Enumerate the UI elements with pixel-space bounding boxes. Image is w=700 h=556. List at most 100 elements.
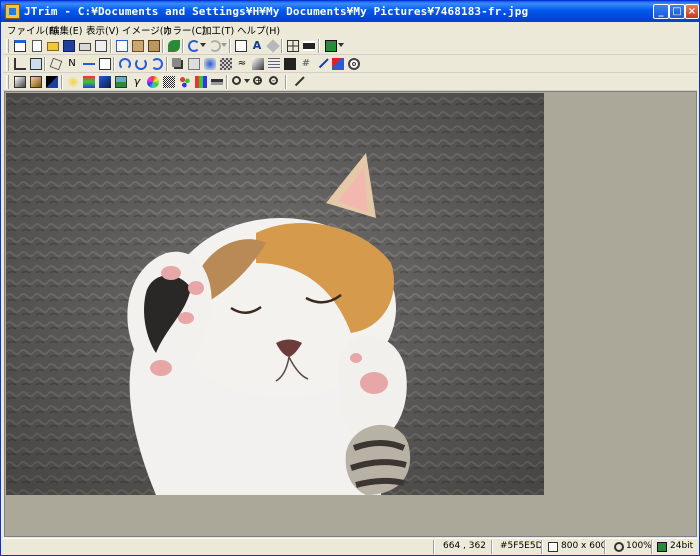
separator [113, 57, 115, 71]
separator [166, 57, 168, 71]
grayscale-icon[interactable] [12, 74, 28, 90]
image-size-icon [548, 542, 558, 552]
palette-icon[interactable] [193, 74, 209, 90]
blur-icon[interactable] [202, 56, 218, 72]
status-separator [541, 540, 543, 554]
sepia-icon[interactable] [28, 74, 44, 90]
app-window: JTrim - C:¥Documents and Settings¥H¥My D… [0, 0, 700, 556]
menu-edit[interactable]: 編集(E) [50, 23, 82, 37]
rotate-right-icon[interactable] [133, 56, 149, 72]
fit-window-icon[interactable] [233, 38, 249, 54]
toolbar-grip[interactable] [6, 39, 9, 53]
title-bar[interactable]: JTrim - C:¥Documents and Settings¥H¥My D… [1, 1, 699, 22]
print-icon[interactable] [77, 38, 93, 54]
layout-dropdown-arrow[interactable] [338, 43, 344, 47]
menu-process[interactable]: 加工(T) [202, 23, 234, 37]
filmstrip-icon[interactable] [301, 38, 317, 54]
pen-icon[interactable] [314, 54, 330, 72]
kitten-photo[interactable] [6, 93, 544, 495]
layout-icon[interactable] [323, 38, 339, 54]
flip-icon[interactable]: N [64, 56, 80, 72]
levels-icon[interactable] [209, 74, 225, 90]
menu-color[interactable]: カラー(C) [163, 23, 206, 37]
open-folder-icon[interactable] [45, 38, 61, 54]
capture-icon[interactable] [166, 38, 182, 54]
rotate-left-icon[interactable] [117, 56, 133, 72]
toolbar-standard: A [3, 37, 697, 55]
shape-icon[interactable] [265, 38, 281, 54]
image-canvas[interactable] [4, 91, 697, 537]
contrast-icon[interactable] [97, 74, 113, 90]
gamma-icon[interactable]: γ [129, 74, 145, 90]
kitten-illustration [6, 93, 544, 495]
toolbar-grip[interactable] [6, 57, 9, 71]
border-icon[interactable] [186, 56, 202, 72]
grid-icon[interactable] [285, 38, 301, 54]
wave-icon[interactable]: ≈ [234, 56, 250, 72]
color-balance-icon[interactable] [81, 74, 97, 90]
maximize-button[interactable]: □ [669, 4, 685, 19]
new-file-icon[interactable] [29, 38, 45, 54]
mosaic-icon[interactable] [218, 56, 234, 72]
negative-icon[interactable] [44, 74, 60, 90]
zoom-dropdown-arrow[interactable] [244, 79, 250, 83]
rotate-icon[interactable] [149, 56, 165, 72]
crop-icon[interactable] [12, 56, 28, 72]
bit-depth: 24bit [670, 541, 694, 551]
app-icon[interactable] [5, 4, 20, 19]
text-icon[interactable]: A [249, 38, 265, 54]
zoom-in-icon[interactable]: + [251, 74, 267, 90]
scanline-icon[interactable] [266, 56, 282, 72]
separator [110, 39, 112, 53]
separator [44, 57, 46, 71]
menu-view[interactable]: 表示(V) [86, 23, 119, 37]
toolbar-image: N ≈ # [3, 54, 697, 73]
eyedropper-icon[interactable] [290, 72, 306, 90]
zoom-out-icon[interactable]: - [267, 74, 283, 90]
reduce-color-icon[interactable] [177, 74, 193, 90]
spiral-icon[interactable] [346, 56, 362, 72]
minimize-button[interactable]: _ [653, 4, 669, 19]
bit-depth-icon [657, 542, 667, 552]
zoom-level: 100% [626, 541, 652, 551]
window-new-icon[interactable] [12, 38, 28, 54]
status-separator [491, 540, 493, 554]
copy-icon[interactable] [114, 38, 130, 54]
paste-new-icon[interactable] [146, 38, 162, 54]
status-bar: 664 , 362 #5F5E5D 800 x 600 100% 24bit [3, 538, 697, 555]
save-icon[interactable] [61, 38, 77, 54]
mirror-icon[interactable] [81, 56, 97, 72]
trim-icon[interactable] [97, 56, 113, 72]
image-size: 800 x 600 [561, 541, 607, 551]
status-separator [604, 540, 606, 554]
rgb-icon[interactable] [145, 74, 161, 90]
separator [61, 75, 63, 89]
histogram-icon[interactable] [113, 74, 129, 90]
frame-icon[interactable] [282, 56, 298, 72]
toolbar-grip[interactable] [6, 75, 9, 89]
undo-dropdown-arrow[interactable] [200, 43, 206, 47]
rotate-free-icon[interactable] [48, 56, 64, 72]
color-pen-icon[interactable] [330, 56, 346, 72]
emboss-icon[interactable] [250, 56, 266, 72]
paste-icon[interactable] [130, 38, 146, 54]
separator [285, 75, 287, 89]
separator [281, 39, 283, 53]
zoom-level-icon [614, 542, 624, 552]
menu-bar: ファイル(F) 編集(E) 表示(V) イメージ(I) カラー(C) 加工(T)… [1, 22, 699, 37]
redo-dropdown-arrow[interactable] [221, 43, 227, 47]
separator [182, 39, 184, 53]
brightness-icon[interactable] [65, 74, 81, 90]
resize-icon[interactable] [28, 56, 44, 72]
separator [229, 39, 231, 53]
separator [318, 39, 320, 53]
status-separator [651, 540, 653, 554]
shadow-icon[interactable] [170, 56, 186, 72]
dither-icon[interactable] [161, 74, 177, 90]
separator [162, 39, 164, 53]
sharpen-icon[interactable]: # [298, 56, 314, 72]
status-separator [433, 540, 435, 554]
print-preview-icon[interactable] [93, 38, 109, 54]
menu-help[interactable]: ヘルプ(H) [237, 23, 280, 37]
close-button[interactable]: × [685, 4, 699, 19]
